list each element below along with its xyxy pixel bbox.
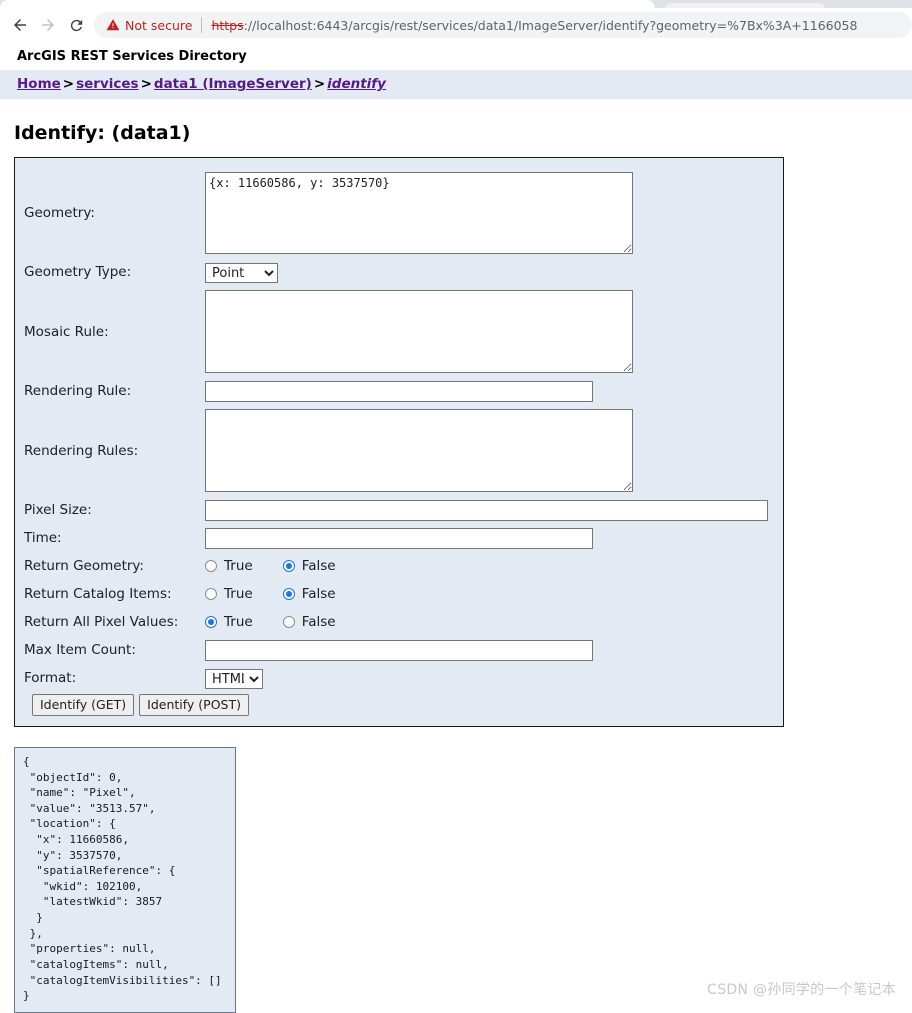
return-geometry-false-label: False bbox=[301, 558, 336, 574]
page-content: ArcGIS REST Services Directory Home > serv… bbox=[0, 42, 912, 1013]
geometry-type-select[interactable]: Point bbox=[205, 262, 278, 283]
browser-tab-inactive[interactable] bbox=[665, 3, 825, 8]
return-all-pixel-values-false-label: False bbox=[301, 614, 336, 630]
return-all-pixel-values-true-label: True bbox=[224, 614, 253, 630]
rendering-rules-label: Rendering Rules: bbox=[24, 442, 139, 459]
return-geometry-label: Return Geometry: bbox=[24, 558, 144, 574]
breadcrumb-link-home[interactable]: Home bbox=[17, 76, 61, 92]
return-all-pixel-values-true-option[interactable]: True bbox=[205, 614, 253, 630]
omnibox-divider bbox=[201, 17, 203, 33]
back-button[interactable] bbox=[6, 11, 34, 39]
mosaic-rule-label: Mosaic Rule: bbox=[24, 323, 109, 340]
time-input[interactable] bbox=[205, 527, 593, 549]
time-label: Time: bbox=[24, 530, 62, 546]
form-row-geometry: Geometry: {x: 11660586, y: 3537570} bbox=[15, 168, 783, 258]
browser-tab-active[interactable] bbox=[0, 0, 655, 8]
rendering-rule-input[interactable] bbox=[205, 380, 593, 402]
identify-post-button[interactable]: Identify (POST) bbox=[139, 694, 250, 716]
url-rest: ://localhost:6443/arcgis/rest/services/d… bbox=[243, 17, 858, 33]
geometry-label: Geometry: bbox=[24, 205, 95, 221]
address-bar[interactable]: Not secure https://localhost:6443/arcgis… bbox=[94, 12, 912, 38]
form-row-rendering-rules: Rendering Rules: bbox=[15, 405, 783, 496]
not-secure-label: Not secure bbox=[125, 17, 193, 33]
breadcrumb-link-identify[interactable]: identify bbox=[327, 76, 386, 92]
browser-toolbar: Not secure https://localhost:6443/arcgis… bbox=[0, 8, 912, 42]
radio-unselected-icon[interactable] bbox=[205, 588, 217, 600]
site-title: ArcGIS REST Services Directory bbox=[17, 49, 247, 64]
form-row-return-geometry: Return Geometry: True False bbox=[15, 552, 783, 580]
breadcrumb-separator: > bbox=[313, 76, 326, 92]
arrow-right-icon bbox=[42, 19, 54, 31]
rendering-rule-label: Rendering Rule: bbox=[24, 383, 132, 399]
page-title: Identify: (data1) bbox=[14, 122, 191, 144]
identify-form-panel: Geometry: {x: 11660586, y: 3537570} Geom… bbox=[14, 157, 784, 727]
breadcrumb-link-services[interactable]: services bbox=[76, 76, 138, 92]
radio-selected-icon[interactable] bbox=[282, 588, 295, 600]
form-row-max-item-count: Max Item Count: bbox=[15, 636, 783, 664]
reload-icon bbox=[70, 19, 82, 31]
identify-result-box: { "objectId": 0, "name": "Pixel", "value… bbox=[14, 747, 236, 1013]
radio-unselected-icon[interactable] bbox=[205, 560, 217, 572]
watermark-label: CSDN @孙同学的一个笔记本 bbox=[707, 981, 896, 998]
pixel-size-label: Pixel Size: bbox=[24, 502, 92, 518]
return-catalog-items-false-option[interactable]: False bbox=[282, 586, 336, 602]
url-text: https://localhost:6443/arcgis/rest/servi… bbox=[211, 18, 902, 33]
return-catalog-items-true-option[interactable]: True bbox=[205, 586, 253, 602]
breadcrumb: Home > services > data1 (ImageServer) > identi… bbox=[0, 70, 912, 99]
radio-unselected-icon[interactable] bbox=[282, 616, 295, 628]
geometry-type-label: Geometry Type: bbox=[24, 264, 132, 280]
identify-get-button[interactable]: Identify (GET) bbox=[32, 694, 135, 716]
browser-tab-strip bbox=[0, 0, 912, 8]
return-all-pixel-values-label: Return All Pixel Values: bbox=[24, 614, 179, 630]
warning-triangle-icon bbox=[106, 19, 120, 31]
radio-selected-icon[interactable] bbox=[205, 616, 217, 628]
form-button-row: Identify (GET) Identify (POST) bbox=[15, 692, 783, 716]
arrow-left-icon bbox=[14, 19, 26, 31]
return-geometry-true-label: True bbox=[224, 558, 253, 574]
return-geometry-true-option[interactable]: True bbox=[205, 558, 253, 574]
form-row-geometry-type: Geometry Type: Point bbox=[15, 258, 783, 286]
format-select[interactable]: HTML bbox=[205, 668, 263, 689]
rendering-rules-input[interactable] bbox=[205, 409, 633, 492]
return-all-pixel-values-false-option[interactable]: False bbox=[282, 614, 336, 630]
return-geometry-false-option[interactable]: False bbox=[282, 558, 336, 574]
form-row-return-all-pixel-values: Return All Pixel Values: True False bbox=[15, 608, 783, 636]
identify-result-json: { "objectId": 0, "name": "Pixel", "value… bbox=[23, 755, 222, 1003]
breadcrumb-link-data1-imageserver[interactable]: data1 (ImageServer) bbox=[154, 76, 312, 92]
reload-button[interactable] bbox=[62, 11, 90, 39]
form-row-format: Format: HTML bbox=[15, 664, 783, 692]
forward-button[interactable] bbox=[34, 11, 62, 39]
pixel-size-input[interactable] bbox=[205, 499, 768, 521]
geometry-input[interactable]: {x: 11660586, y: 3537570} bbox=[205, 172, 633, 254]
format-label: Format: bbox=[24, 670, 77, 686]
return-catalog-items-label: Return Catalog Items: bbox=[24, 586, 172, 602]
form-row-rendering-rule: Rendering Rule: bbox=[15, 377, 783, 405]
max-item-count-input[interactable] bbox=[205, 639, 593, 661]
return-catalog-items-false-label: False bbox=[301, 586, 336, 602]
max-item-count-label: Max Item Count: bbox=[24, 642, 136, 658]
breadcrumb-separator: > bbox=[62, 76, 75, 92]
breadcrumb-separator: > bbox=[140, 76, 152, 92]
form-row-time: Time: bbox=[15, 524, 783, 552]
mosaic-rule-input[interactable] bbox=[205, 290, 633, 373]
form-row-mosaic-rule: Mosaic Rule: bbox=[15, 286, 783, 377]
url-scheme: https bbox=[211, 17, 244, 33]
return-catalog-items-true-label: True bbox=[224, 586, 253, 602]
form-row-return-catalog-items: Return Catalog Items: True False bbox=[15, 580, 783, 608]
radio-selected-icon[interactable] bbox=[282, 560, 295, 572]
form-row-pixel-size: Pixel Size: bbox=[15, 496, 783, 524]
